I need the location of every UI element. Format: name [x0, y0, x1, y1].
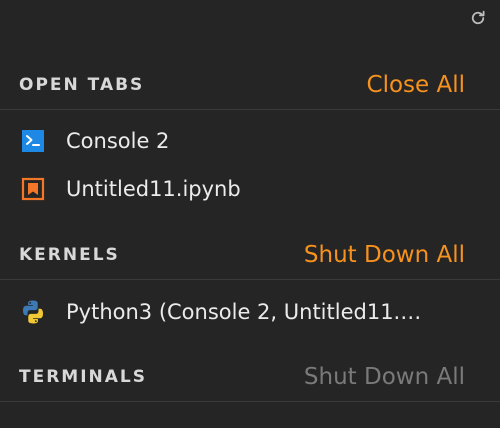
open-tab-item-notebook[interactable]: Untitled11.ipynb	[0, 165, 500, 213]
refresh-button[interactable]	[466, 6, 490, 30]
open-tab-label: Console 2	[66, 129, 170, 153]
terminals-title: TERMINALS	[19, 366, 148, 387]
shut-down-all-terminals-button[interactable]: Shut Down All	[304, 364, 465, 390]
open-tab-label: Untitled11.ipynb	[66, 177, 241, 201]
open-tab-item-console[interactable]: Console 2	[0, 117, 500, 165]
console-icon	[19, 127, 47, 155]
kernel-label: Python3 (Console 2, Untitled11.ipynb)	[66, 300, 426, 324]
open-tabs-title: OPEN TABS	[19, 74, 145, 95]
kernel-item-python3[interactable]: Python3 (Console 2, Untitled11.ipynb)	[0, 288, 500, 336]
notebook-icon	[19, 175, 47, 203]
close-all-button[interactable]: Close All	[367, 72, 465, 98]
refresh-icon	[471, 10, 485, 25]
open-tabs-header: OPEN TABS Close All	[0, 60, 500, 110]
shut-down-all-kernels-button[interactable]: Shut Down All	[304, 242, 465, 268]
kernels-title: KERNELS	[19, 244, 120, 265]
terminals-header: TERMINALS Shut Down All	[0, 352, 500, 402]
kernels-header: KERNELS Shut Down All	[0, 230, 500, 280]
python-icon	[19, 298, 47, 326]
